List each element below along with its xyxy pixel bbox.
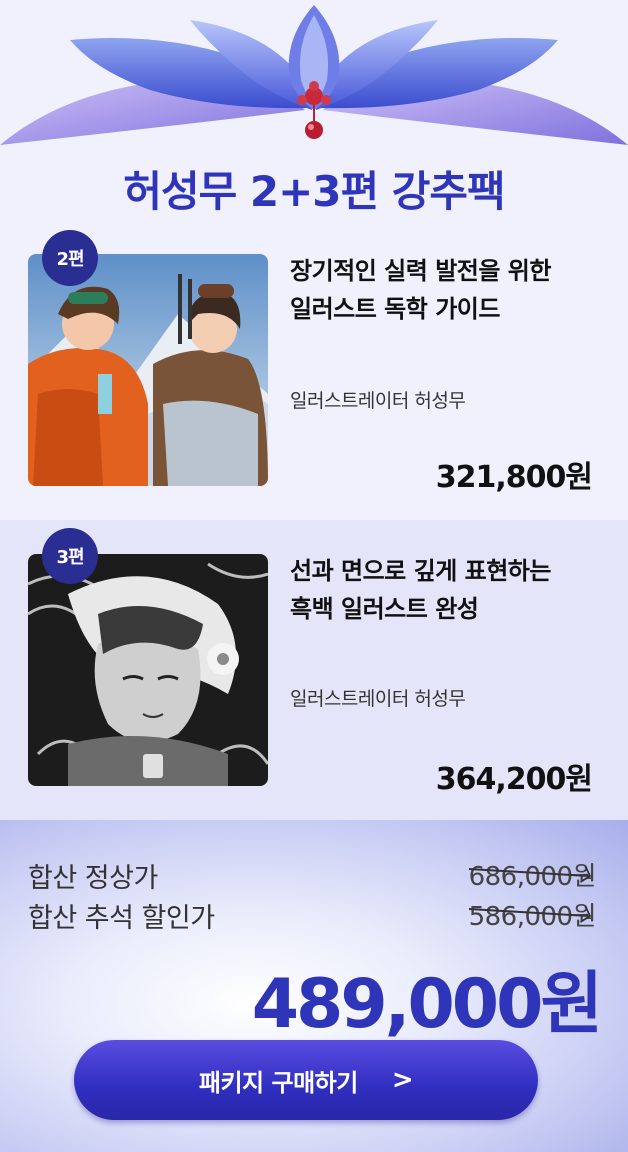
product-title-line: 흑백 일러스트 완성 xyxy=(290,595,479,623)
regular-price-value: 686,000원 xyxy=(468,862,597,892)
chuseok-price-value: 586,000원 xyxy=(468,902,597,932)
chuseok-price-label: 합산 추석 할인가 xyxy=(28,903,215,934)
product-title-line: 선과 면으로 깊게 표현하는 xyxy=(290,557,551,585)
regular-price: 686,000원 xyxy=(468,856,597,893)
product-price: 321,800원 xyxy=(435,460,593,495)
product-card[interactable]: 2편 장기적인 실력 발전을 위한 일러스트 독학 가이드 일러스트레이터 허성… xyxy=(0,222,628,520)
illustration-image-icon xyxy=(28,554,268,786)
product-title-line: 장기적인 실력 발전을 위한 xyxy=(290,257,551,285)
regular-price-label: 합산 정상가 xyxy=(28,863,158,894)
product-card[interactable]: 3편 선과 면으로 깊게 표현하는 흑백 일러스트 완성 일러스트레이터 허성무… xyxy=(0,520,628,820)
buy-button-label: 패키지 구매하기 xyxy=(198,1068,358,1097)
chuseok-price: 586,000원 xyxy=(468,896,597,933)
chevron-right-icon: > xyxy=(391,1065,414,1095)
product-title-line: 일러스트 독학 가이드 xyxy=(290,295,500,323)
product-title[interactable]: 선과 면으로 깊게 표현하는 흑백 일러스트 완성 xyxy=(290,552,610,628)
page-title: 허성무 2+3편 강추팩 xyxy=(123,167,505,216)
product-author: 일러스트레이터 허성무 xyxy=(290,390,466,412)
product-thumbnail[interactable] xyxy=(28,554,268,786)
product-thumbnail[interactable] xyxy=(28,254,268,486)
volume-badge: 3편 xyxy=(42,528,98,584)
lotus-ornament-icon xyxy=(0,0,628,150)
price-summary: 합산 정상가 686,000원 합산 추석 할인가 586,000원 489,0… xyxy=(0,820,628,1152)
product-author: 일러스트레이터 허성무 xyxy=(290,688,466,710)
product-title[interactable]: 장기적인 실력 발전을 위한 일러스트 독학 가이드 xyxy=(290,252,610,328)
volume-badge: 2편 xyxy=(42,230,98,286)
package-page: 허성무 2+3편 강추팩 2편 장기적인 실력 발전을 위한 일러스트 독학 가… xyxy=(0,0,628,1152)
buy-package-button[interactable]: 패키지 구매하기 > xyxy=(74,1040,538,1120)
illustration-image-icon xyxy=(28,254,268,486)
final-price: 489,000원 xyxy=(251,965,603,1044)
product-price: 364,200원 xyxy=(435,762,593,797)
